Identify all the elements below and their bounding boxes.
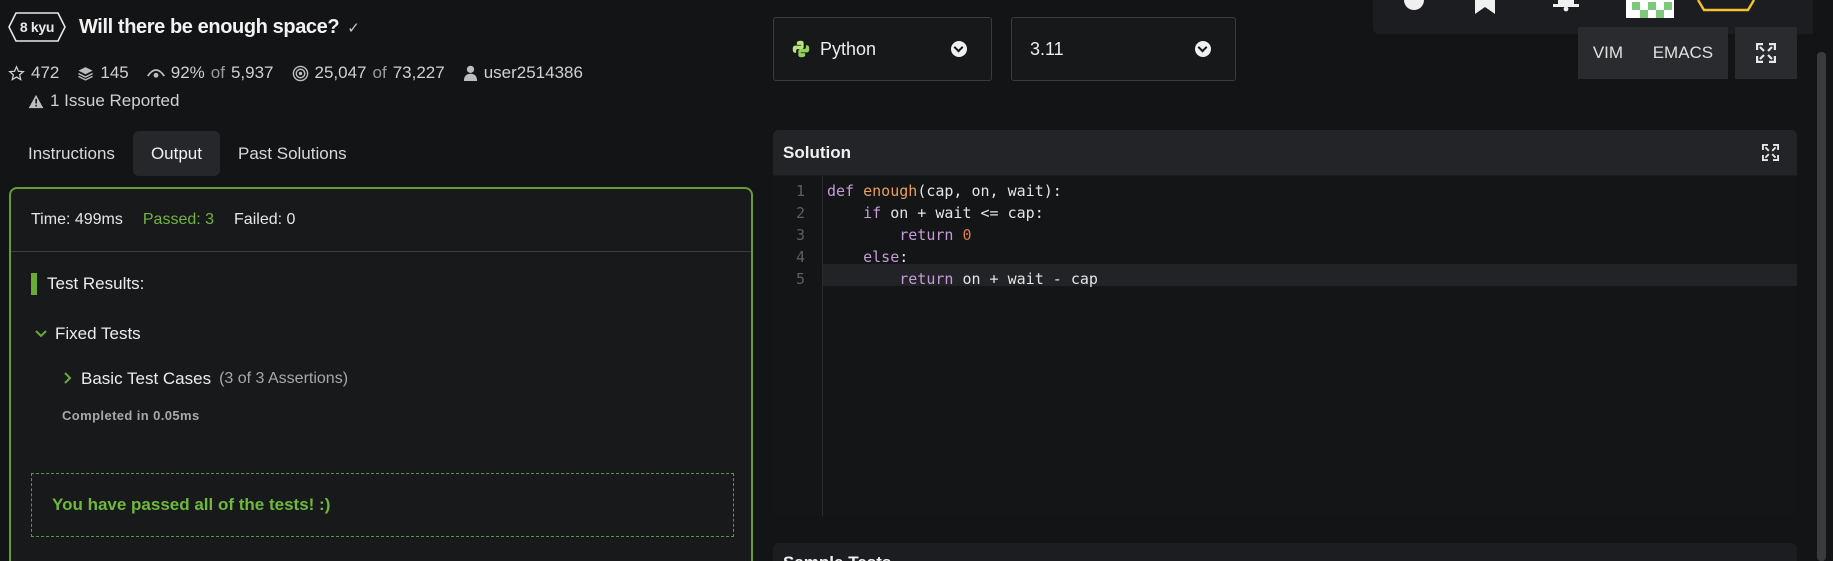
stars-stat[interactable]: 472 <box>8 63 59 83</box>
fullscreen-button[interactable] <box>1735 27 1797 79</box>
code-editor[interactable]: 1 2 3 4 5 def enough(cap, on, wait): if … <box>773 176 1797 516</box>
chevron-down-icon <box>951 41 967 57</box>
sample-tests-panel: Sample Tests <box>773 543 1797 561</box>
expand-icon <box>1756 43 1776 63</box>
user-icon <box>463 65 477 81</box>
bookmark-icon[interactable] <box>1473 0 1497 14</box>
attempts-count: 73,227 <box>392 63 445 82</box>
sample-tests-title: Sample Tests <box>783 553 891 561</box>
test-summary-bar: Time: 499ms Passed: 3 Failed: 0 <box>11 189 751 252</box>
tab-instructions[interactable]: Instructions <box>10 131 133 176</box>
all-passed-text: You have passed all of the tests! :) <box>52 495 331 514</box>
issues-label: 1 Issue Reported <box>50 91 180 110</box>
fixed-tests-group[interactable]: Fixed Tests <box>35 324 141 344</box>
rank-label: 8 kyu <box>19 19 55 35</box>
completions-stat: 25,047 of 73,227 <box>292 63 445 83</box>
layers-icon <box>78 66 94 81</box>
kata-stats: 472 145 92% of 5,937 25,047 of 73,227 us… <box>8 63 583 83</box>
passed-label: Passed: 3 <box>142 211 215 228</box>
line-number: 3 <box>795 226 805 244</box>
page-title: Will there be enough space? ✓ <box>79 16 360 39</box>
stars-count: 472 <box>31 63 60 82</box>
checkmark-icon: ✓ <box>347 19 360 37</box>
line-number: 5 <box>795 270 805 288</box>
output-tabs: Instructions Output Past Solutions <box>10 131 365 176</box>
page-scrollbar[interactable] <box>1817 52 1826 561</box>
issues-link[interactable]: 1 Issue Reported <box>28 91 179 111</box>
editor-mode-toggle: VIM EMACS <box>1578 27 1728 79</box>
expand-icon[interactable] <box>1762 144 1779 161</box>
failed-label: Failed: 0 <box>234 211 296 228</box>
satisfaction-votes: 5,937 <box>230 63 274 82</box>
warning-icon <box>28 94 44 108</box>
vim-mode-button[interactable]: VIM <box>1593 43 1623 63</box>
completions-count: 25,047 <box>314 63 367 82</box>
test-results-heading: Test Results: <box>31 273 144 295</box>
basic-test-cases-label: Basic Test Cases <box>81 369 212 388</box>
basic-test-cases[interactable]: Basic Test Cases (3 of 3 Assertions) <box>63 369 348 389</box>
eye-icon <box>146 69 165 78</box>
satisfaction-pct: 92% <box>170 63 205 82</box>
satisfaction-of: of <box>210 63 225 82</box>
output-panel: Time: 499ms Passed: 3 Failed: 0 Test Res… <box>9 187 753 561</box>
avatar[interactable] <box>1626 0 1674 18</box>
bell-icon[interactable] <box>1553 0 1579 12</box>
star-icon <box>8 64 25 81</box>
completions-of: of <box>372 63 387 82</box>
author-name[interactable]: user2514386 <box>484 63 583 83</box>
solution-header: Solution <box>773 130 1797 175</box>
tab-output[interactable]: Output <box>132 131 220 176</box>
python-icon <box>792 40 810 58</box>
line-number: 4 <box>795 248 805 266</box>
chevron-right-icon <box>63 371 73 387</box>
satisfaction-stat: 92% of 5,937 <box>146 63 274 83</box>
language-select[interactable]: Python <box>773 17 992 81</box>
language-label: Python <box>820 38 877 59</box>
honor-badge-icon[interactable] <box>1696 0 1756 12</box>
rank-badge: 8 kyu <box>8 12 66 42</box>
solution-title: Solution <box>783 142 851 162</box>
fixed-tests-label: Fixed Tests <box>55 324 141 343</box>
code-line: def enough(cap, on, wait): <box>827 182 1062 200</box>
tab-past-solutions[interactable]: Past Solutions <box>220 131 365 176</box>
line-number: 2 <box>795 204 805 222</box>
line-number: 1 <box>795 182 805 200</box>
version-select[interactable]: 3.11 <box>1011 17 1236 81</box>
solution-panel: Solution 1 2 3 4 5 def enough(cap, on, w… <box>773 130 1797 516</box>
author-stat[interactable]: user2514386 <box>463 63 583 83</box>
assertions-count: (3 of 3 Assertions) <box>219 370 349 387</box>
code-line: return on + wait - cap <box>899 270 1098 288</box>
help-icon[interactable] <box>1403 0 1425 10</box>
code-line: return 0 <box>899 226 972 244</box>
version-label: 3.11 <box>1030 38 1064 59</box>
collections-stat[interactable]: 145 <box>77 63 129 83</box>
code-line: if on + wait <= cap: <box>863 204 1044 222</box>
collections-count: 145 <box>100 63 129 82</box>
line-gutter: 1 2 3 4 5 <box>773 176 823 516</box>
target-icon <box>292 65 308 81</box>
code-line: else: <box>863 248 909 266</box>
emacs-mode-button[interactable]: EMACS <box>1653 43 1713 63</box>
kata-title-text: Will there be enough space? <box>79 16 340 38</box>
time-label: Time: 499ms <box>31 211 123 228</box>
all-passed-message: You have passed all of the tests! :) <box>31 473 734 537</box>
chevron-down-icon <box>1195 41 1211 57</box>
completed-time: Completed in 0.05ms <box>62 408 200 423</box>
chevron-down-icon <box>35 326 47 342</box>
